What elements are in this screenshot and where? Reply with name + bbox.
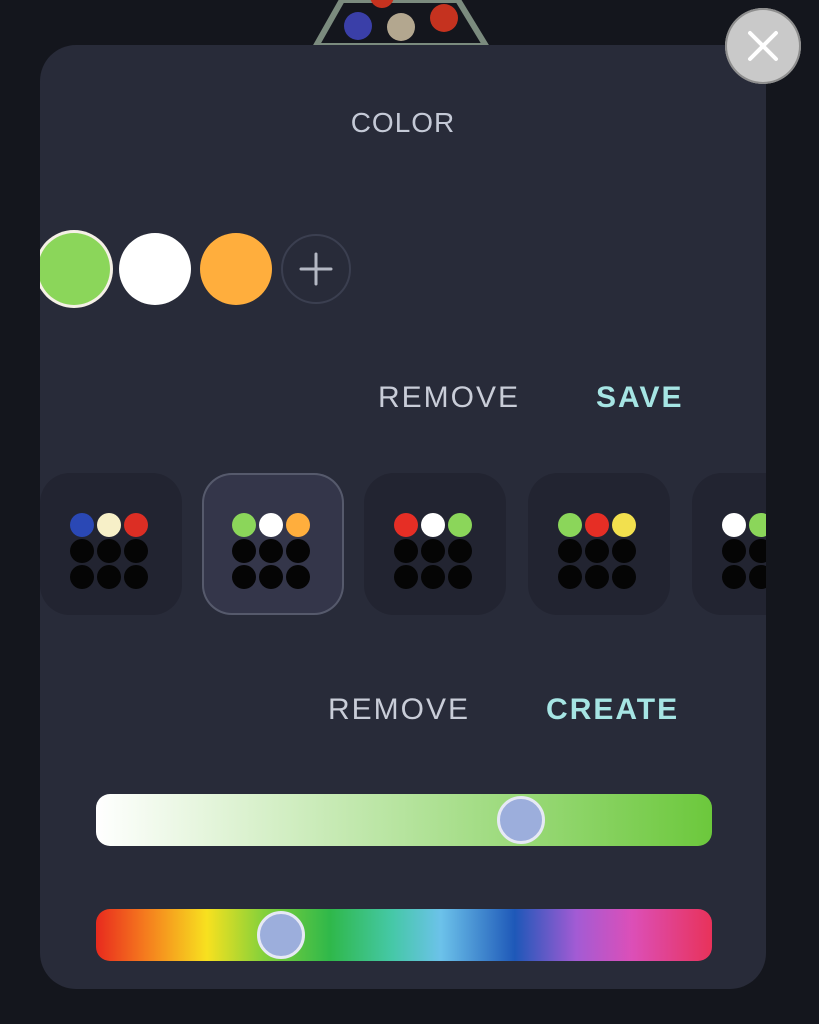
preset-empty-dot bbox=[722, 539, 746, 563]
hue-slider-thumb[interactable] bbox=[257, 911, 305, 959]
preset-color-dot bbox=[70, 513, 94, 537]
color-panel: COLOR REMOVE SAVE REMOVE CREATE bbox=[40, 45, 766, 989]
preset-pattern[interactable] bbox=[364, 473, 506, 615]
preset-color-dot bbox=[97, 513, 121, 537]
preset-empty-dot bbox=[232, 539, 256, 563]
preset-empty-dot bbox=[558, 565, 582, 589]
ball-rack-preview bbox=[300, 0, 500, 46]
preset-empty-dot bbox=[448, 539, 472, 563]
preset-empty-dot bbox=[286, 539, 310, 563]
panel-title: COLOR bbox=[350, 107, 456, 138]
preset-empty-dot bbox=[421, 539, 445, 563]
preset-empty-dot bbox=[585, 565, 609, 589]
preset-pattern[interactable] bbox=[692, 473, 766, 615]
plus-icon bbox=[299, 252, 333, 286]
preset-empty-dot bbox=[286, 565, 310, 589]
hue-slider[interactable] bbox=[96, 909, 712, 961]
preset-empty-dot bbox=[124, 565, 148, 589]
preset-empty-dot bbox=[97, 539, 121, 563]
preset-empty-dot bbox=[394, 539, 418, 563]
color-swatch[interactable] bbox=[119, 233, 191, 305]
brightness-slider[interactable] bbox=[96, 794, 712, 846]
preset-empty-dot bbox=[70, 539, 94, 563]
preset-empty-dot bbox=[585, 539, 609, 563]
preset-empty-dot bbox=[232, 565, 256, 589]
preset-color-dot bbox=[259, 513, 283, 537]
preset-empty-dot bbox=[259, 565, 283, 589]
hue-track bbox=[96, 909, 712, 961]
preset-empty-dot bbox=[612, 539, 636, 563]
preset-color-dot bbox=[612, 513, 636, 537]
preset-empty-dot bbox=[394, 565, 418, 589]
preset-color-dot bbox=[124, 513, 148, 537]
create-button[interactable]: CREATE bbox=[546, 693, 679, 727]
save-button[interactable]: SAVE bbox=[596, 381, 683, 415]
preset-color-dot bbox=[286, 513, 310, 537]
preset-empty-dot bbox=[749, 565, 766, 589]
swatch-row bbox=[40, 231, 351, 307]
brightness-slider-thumb[interactable] bbox=[497, 796, 545, 844]
preset-empty-dot bbox=[612, 565, 636, 589]
remove-preset-button[interactable]: REMOVE bbox=[328, 693, 470, 727]
color-swatch[interactable] bbox=[40, 233, 110, 305]
preset-color-dot bbox=[722, 513, 746, 537]
remove-swatch-button[interactable]: REMOVE bbox=[378, 381, 520, 415]
brightness-track bbox=[96, 794, 712, 846]
preset-pattern[interactable] bbox=[40, 473, 182, 615]
swatch-actions: REMOVE SAVE bbox=[378, 381, 684, 415]
preset-color-dot bbox=[585, 513, 609, 537]
preset-pattern[interactable] bbox=[528, 473, 670, 615]
preset-color-dot bbox=[394, 513, 418, 537]
close-icon bbox=[748, 31, 778, 61]
preset-color-dot bbox=[749, 513, 766, 537]
preset-empty-dot bbox=[749, 539, 766, 563]
preset-empty-dot bbox=[448, 565, 472, 589]
preset-empty-dot bbox=[70, 565, 94, 589]
preset-pattern[interactable] bbox=[202, 473, 344, 615]
preset-empty-dot bbox=[259, 539, 283, 563]
add-swatch-button[interactable] bbox=[281, 234, 351, 304]
preset-empty-dot bbox=[421, 565, 445, 589]
preset-actions: REMOVE CREATE bbox=[328, 693, 679, 727]
preset-color-dot bbox=[421, 513, 445, 537]
color-swatch[interactable] bbox=[200, 233, 272, 305]
preset-empty-dot bbox=[722, 565, 746, 589]
preset-empty-dot bbox=[97, 565, 121, 589]
preset-empty-dot bbox=[124, 539, 148, 563]
preset-empty-dot bbox=[558, 539, 582, 563]
close-button[interactable] bbox=[725, 8, 801, 84]
preset-color-dot bbox=[232, 513, 256, 537]
preset-color-dot bbox=[558, 513, 582, 537]
preset-row bbox=[40, 473, 766, 617]
preset-color-dot bbox=[448, 513, 472, 537]
